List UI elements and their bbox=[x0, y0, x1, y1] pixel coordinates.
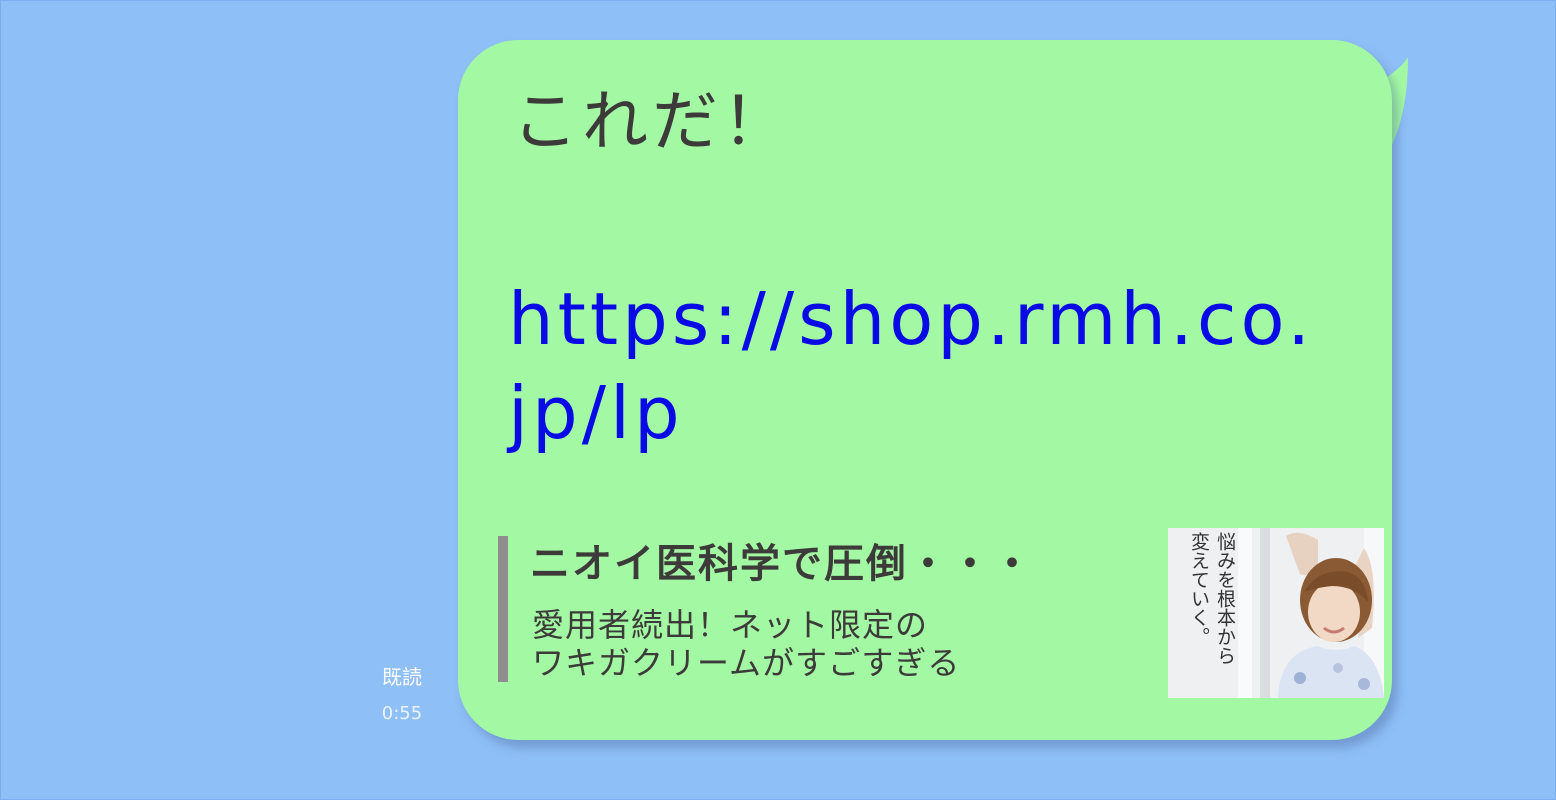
read-receipt: 既読 bbox=[382, 665, 422, 689]
preview-thumbnail[interactable]: 悩みを根本から 変えていく。 bbox=[1168, 528, 1384, 698]
message-timestamp: 0:55 bbox=[381, 703, 423, 724]
preview-description-line: 愛用者続出！ネット限定の bbox=[532, 606, 929, 644]
thumbnail-caption-line: 悩みを根本から bbox=[1214, 532, 1236, 665]
preview-description: 愛用者続出！ネット限定の ワキガクリームがすごすぎる bbox=[532, 606, 960, 682]
preview-description-line: ワキガクリームがすごすぎる bbox=[532, 644, 961, 682]
thumbnail-caption: 悩みを根本から 変えていく。 bbox=[1176, 532, 1236, 692]
message-bubble[interactable]: これだ！ https://shop.rmh.co.jp/lp ニオイ医科学で圧倒… bbox=[458, 40, 1392, 740]
link-preview-card[interactable]: ニオイ医科学で圧倒・・・ 愛用者続出！ネット限定の ワキガクリームがすごすぎる bbox=[498, 528, 1384, 698]
message-link[interactable]: https://shop.rmh.co.jp/lp bbox=[508, 272, 1328, 460]
preview-accent-bar bbox=[498, 536, 508, 682]
thumbnail-caption-line: 変えていく。 bbox=[1188, 532, 1210, 646]
message-text: これだ！ bbox=[512, 83, 792, 160]
preview-title: ニオイ医科学で圧倒・・・ bbox=[530, 541, 1034, 587]
